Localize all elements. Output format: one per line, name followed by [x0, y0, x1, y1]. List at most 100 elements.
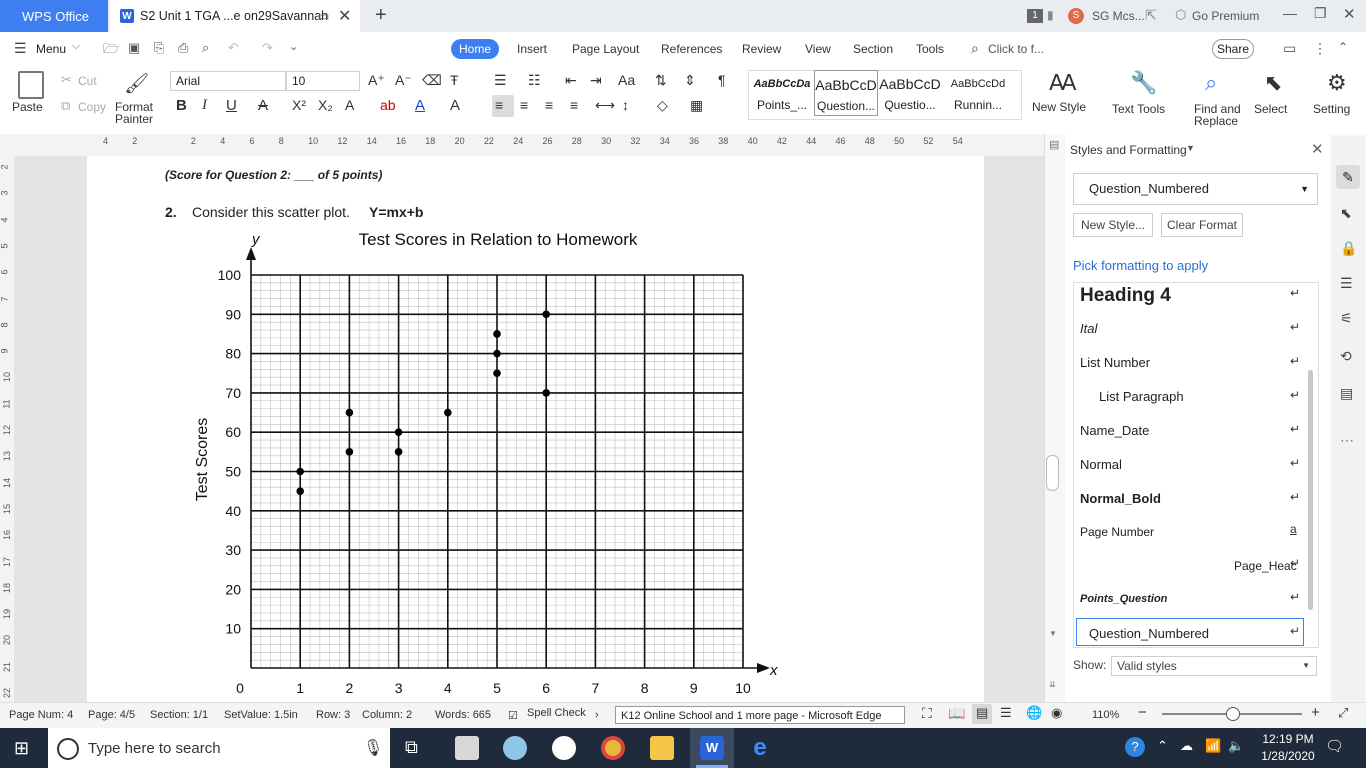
new-tab-button[interactable]: + [375, 4, 387, 27]
align-left-icon[interactable]: ≡ [495, 97, 503, 113]
open-icon[interactable]: 🗁 [103, 40, 119, 62]
shrink-font-icon[interactable]: A⁻ [395, 72, 412, 89]
layout-icon[interactable]: ▮ [1047, 8, 1054, 22]
eraser-icon[interactable]: ⌫ [422, 72, 442, 89]
style-list-scrollbar[interactable] [1308, 370, 1313, 610]
scroll-down-icon[interactable]: ▼ [1049, 629, 1057, 638]
current-style-select[interactable]: Question_Numbered ▼ [1073, 173, 1318, 205]
paste-icon[interactable] [18, 71, 44, 99]
windows-start-icon[interactable]: ⊞ [14, 738, 29, 759]
bold-icon[interactable]: B [176, 97, 187, 114]
select-button[interactable]: Select [1254, 102, 1287, 116]
justify-icon[interactable]: ≡ [570, 97, 578, 113]
document-scrollbar-thumb[interactable] [1046, 455, 1059, 491]
column[interactable]: Column: 2 [362, 709, 412, 721]
font-size-select[interactable]: 10 [286, 71, 360, 91]
style-item-points-question[interactable]: Points_Question [1080, 593, 1167, 605]
tab-references[interactable]: References [661, 42, 722, 56]
subscript-icon[interactable]: X₂ [318, 97, 333, 113]
share-button[interactable]: Share [1212, 39, 1254, 59]
style-questio[interactable]: AaBbCcD Questio... [878, 70, 942, 116]
zoom-level[interactable]: 110% [1092, 709, 1119, 721]
backup-icon[interactable]: ▤ [1340, 385, 1353, 402]
next-page-icon[interactable]: ⇊ [1049, 680, 1056, 689]
distribute-icon[interactable]: ⟷ [595, 97, 615, 114]
style-item-name-date[interactable]: Name_Date [1080, 423, 1149, 438]
go-premium-link[interactable]: Go Premium [1192, 9, 1259, 23]
style-running[interactable]: AaBbCcDd Runnin... [946, 70, 1010, 116]
copy-button[interactable]: Copy [78, 100, 106, 114]
superscript-icon[interactable]: X² [292, 97, 306, 113]
tab-insert[interactable]: Insert [517, 42, 547, 56]
numbering-icon[interactable]: ☷ [528, 72, 541, 89]
cloud-icon[interactable]: ☁ [1180, 738, 1193, 754]
style-item-list-number[interactable]: List Number [1080, 355, 1150, 370]
close-tab-icon[interactable]: ✕ [338, 6, 351, 26]
pane-title-chevron-icon[interactable]: ▼ [1186, 143, 1195, 153]
increase-indent-icon[interactable]: ⇥ [590, 72, 602, 89]
char-shading-icon[interactable]: A [450, 97, 460, 114]
section[interactable]: Section: 1/1 [150, 709, 208, 721]
phonetic-icon[interactable]: Ŧ [450, 72, 459, 88]
pane-toggle-icon[interactable]: ▤ [1049, 138, 1059, 151]
edge-icon[interactable]: e [748, 736, 772, 760]
style-item-ital[interactable]: Ital [1080, 321, 1097, 336]
align-center-icon[interactable]: ≡ [520, 97, 528, 113]
shading-icon[interactable]: ◇ [657, 97, 668, 114]
tray-up-icon[interactable]: ⌃ [1157, 738, 1168, 754]
row[interactable]: Row: 3 [316, 709, 350, 721]
cursor-icon[interactable]: ⬉ [1340, 205, 1352, 222]
cut-button[interactable]: Cut [78, 74, 97, 88]
hamburger-icon[interactable]: ☰ [14, 40, 27, 57]
show-marks-icon[interactable]: ¶ [718, 72, 726, 88]
clock-date[interactable]: 1/28/2020 [1256, 749, 1320, 763]
redo-icon[interactable]: ↷ [262, 40, 273, 56]
style-question-selected[interactable]: AaBbCcD Question... [814, 70, 878, 116]
wps-office-tab[interactable]: WPS Office [0, 0, 108, 32]
chrome-icon[interactable] [601, 736, 625, 760]
print-preview-icon[interactable]: ⌕ [202, 40, 209, 56]
borders-icon[interactable]: ▦ [690, 97, 703, 114]
paint-icon[interactable] [503, 736, 527, 760]
text-effect-icon[interactable]: A [345, 97, 354, 113]
comment-icon[interactable]: ▭ [1283, 40, 1296, 57]
spell-check-button[interactable]: Spell Check [527, 707, 586, 719]
customize-icon[interactable]: ⌄ [289, 40, 298, 53]
text-tools-button[interactable]: Text Tools [1112, 102, 1165, 116]
clock-time[interactable]: 12:19 PM [1258, 732, 1318, 746]
tab-tools[interactable]: Tools [916, 42, 944, 56]
format-painter-label-2[interactable]: Painter [115, 112, 153, 126]
pencil-icon[interactable]: ✎ [1336, 165, 1360, 189]
italic-icon[interactable]: I [202, 97, 207, 114]
tab-review[interactable]: Review [742, 42, 781, 56]
user-name[interactable]: SG Mcs... [1092, 9, 1145, 23]
style-item-list-paragraph[interactable]: List Paragraph [1099, 389, 1184, 404]
help-icon[interactable]: ? [1125, 737, 1145, 757]
settings-button[interactable]: Setting [1313, 102, 1350, 116]
close-pane-icon[interactable]: ✕ [1311, 140, 1324, 158]
xbox-icon[interactable] [552, 736, 576, 760]
minimize-icon[interactable]: — [1283, 5, 1297, 21]
file-explorer-icon[interactable] [650, 736, 674, 760]
task-view-icon[interactable]: ⧉ [405, 737, 418, 758]
document-tab[interactable]: W S2 Unit 1 TGA ...e on29Savannah ▭ ✕ [110, 0, 360, 32]
paste-button[interactable]: Paste [12, 100, 43, 114]
window-count-badge[interactable]: 1 [1027, 9, 1043, 23]
bullets-icon[interactable]: ☰ [494, 72, 507, 89]
adjust-icon[interactable]: ⚟ [1340, 310, 1353, 327]
fullscreen-icon[interactable]: ⛶ [922, 705, 932, 722]
menu-button[interactable]: Menu [36, 42, 66, 56]
page-count[interactable]: Page: 4/5 [88, 709, 135, 721]
strikethrough-icon[interactable]: A [258, 97, 268, 114]
page-num[interactable]: Page Num: 4 [9, 709, 73, 721]
zoom-slider-handle[interactable] [1226, 707, 1240, 721]
tab-section[interactable]: Section [853, 42, 893, 56]
setvalue[interactable]: SetValue: 1.5in [224, 709, 298, 721]
new-style-button[interactable]: New Style [1032, 100, 1086, 114]
underline-icon[interactable]: U [226, 97, 237, 114]
zoom-in-icon[interactable]: + [1311, 704, 1320, 721]
grow-font-icon[interactable]: A⁺ [368, 72, 385, 89]
undo-icon[interactable]: ↶ [228, 40, 239, 56]
notification-icon[interactable]: 🗨 [1325, 737, 1344, 755]
zoom-out-icon[interactable]: − [1138, 704, 1147, 721]
